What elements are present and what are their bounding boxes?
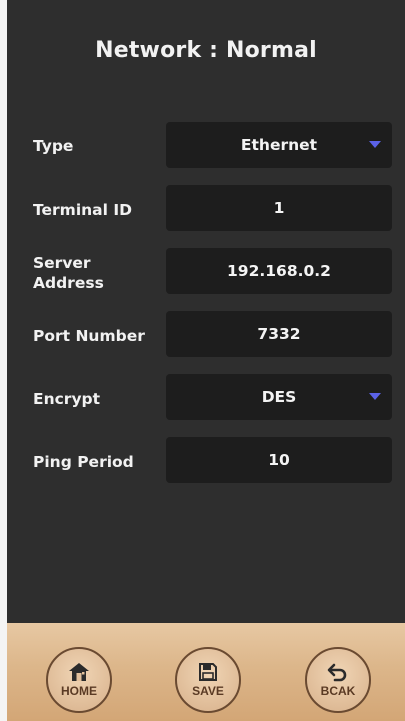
type-label: Type [33, 137, 74, 155]
ping-period-field[interactable]: 10 [166, 437, 392, 483]
ping-period-label: Ping Period [33, 453, 134, 471]
chevron-down-icon [369, 141, 381, 148]
port-number-label: Port Number [33, 327, 145, 345]
terminal-id-label: Terminal ID [33, 201, 132, 219]
server-address-label: Server Address [33, 254, 104, 292]
server-address-value: 192.168.0.2 [227, 262, 331, 280]
home-button[interactable]: HOME [46, 647, 112, 713]
save-button-label: SAVE [192, 684, 224, 698]
terminal-id-field[interactable]: 1 [166, 185, 392, 231]
type-value: Ethernet [240, 136, 318, 154]
ping-period-value: 10 [268, 451, 290, 469]
home-icon [69, 663, 89, 681]
encrypt-label: Encrypt [33, 390, 101, 408]
back-button-label: BCAK [320, 684, 356, 698]
home-button-label: HOME [61, 684, 97, 698]
terminal-id-value: 1 [273, 199, 285, 217]
port-number-value: 7332 [257, 325, 301, 343]
bottom-nav-bar: HOME SAVE BCAK [7, 623, 405, 721]
page-title: Network : Normal [95, 38, 317, 63]
chevron-down-icon [369, 393, 381, 400]
server-address-field[interactable]: 192.168.0.2 [166, 248, 392, 294]
back-arrow-icon [327, 663, 347, 682]
save-icon [199, 663, 217, 681]
save-button[interactable]: SAVE [175, 647, 241, 713]
encrypt-value: DES [261, 388, 297, 406]
port-number-field[interactable]: 7332 [166, 311, 392, 357]
back-button[interactable]: BCAK [305, 647, 371, 713]
network-settings-screen: Network : Normal Type Ethernet Terminal … [7, 0, 405, 623]
type-dropdown[interactable]: Ethernet [166, 122, 392, 168]
encrypt-dropdown[interactable]: DES [166, 374, 392, 420]
